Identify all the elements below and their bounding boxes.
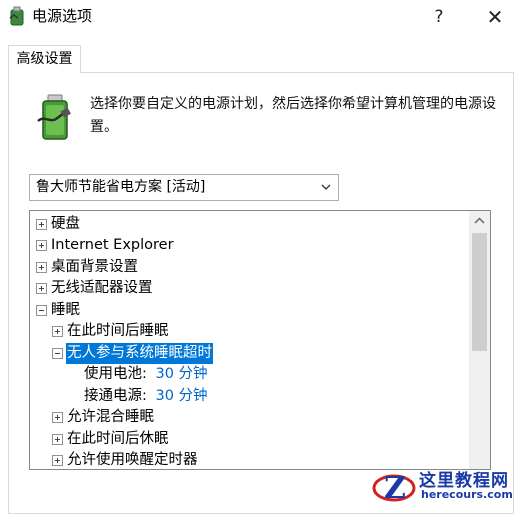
setting-label: 接通电源: bbox=[84, 388, 147, 404]
tree-item-label: 桌面背景设置 bbox=[51, 259, 138, 275]
settings-tree[interactable]: 硬盘 Internet Explorer 桌面背景设置 无线适配器设置 睡眠 在… bbox=[29, 210, 491, 470]
tree-item-label: 无线适配器设置 bbox=[51, 280, 153, 296]
setting-label: 使用电池: bbox=[84, 366, 147, 382]
close-button[interactable]: ✕ bbox=[478, 2, 512, 32]
scroll-up-arrow-icon[interactable] bbox=[469, 211, 490, 231]
tab-advanced-settings[interactable]: 高级设置 bbox=[8, 45, 81, 73]
tree-item-label: 无人参与系统睡眠超时 bbox=[66, 343, 213, 364]
tree-scrollbar[interactable] bbox=[469, 211, 490, 469]
tree-item-on-battery[interactable]: 使用电池: 30 分钟 bbox=[84, 364, 208, 385]
setting-value[interactable]: 30 分钟 bbox=[156, 366, 208, 382]
watermark-logo-icon: Z bbox=[372, 471, 416, 506]
power-options-icon bbox=[9, 6, 24, 26]
help-button[interactable]: ? bbox=[424, 2, 454, 32]
tree-item-label: 允许使用唤醒定时器 bbox=[67, 452, 198, 468]
expand-icon[interactable] bbox=[52, 434, 63, 445]
chevron-down-icon bbox=[321, 184, 331, 190]
power-plan-select[interactable]: 鲁大师节能省电方案 [活动] bbox=[29, 174, 339, 201]
tree-item-label: 在此时间后休眠 bbox=[67, 431, 169, 447]
setting-value[interactable]: 30 分钟 bbox=[156, 388, 208, 404]
description-text: 选择你要自定义的电源计划，然后选择你希望计算机管理的电源设置。 bbox=[90, 96, 496, 135]
expand-icon[interactable] bbox=[52, 412, 63, 423]
collapse-icon[interactable] bbox=[52, 348, 63, 359]
svg-text:Z: Z bbox=[384, 471, 406, 506]
tree-item-label: 硬盘 bbox=[51, 216, 80, 232]
scroll-thumb[interactable] bbox=[472, 233, 487, 351]
tree-item-label: 在此时间后睡眠 bbox=[67, 323, 169, 339]
window-title: 电源选项 bbox=[32, 7, 93, 25]
expand-icon[interactable] bbox=[52, 455, 63, 466]
watermark: Z 这里教程网 herecours.com bbox=[372, 464, 520, 508]
tree-item-label: 允许混合睡眠 bbox=[67, 409, 154, 425]
power-plan-value: 鲁大师节能省电方案 [活动] bbox=[36, 179, 206, 195]
watermark-url: herecours.com bbox=[421, 488, 513, 501]
tree-item-plugged-in[interactable]: 接通电源: 30 分钟 bbox=[84, 386, 208, 407]
expand-icon[interactable] bbox=[36, 219, 47, 230]
expand-icon[interactable] bbox=[36, 262, 47, 273]
expand-icon[interactable] bbox=[52, 326, 63, 337]
tree-item-label: Internet Explorer bbox=[51, 237, 174, 253]
battery-plug-icon bbox=[37, 94, 71, 140]
collapse-icon[interactable] bbox=[36, 305, 47, 316]
title-bar: 电源选项 ? ✕ bbox=[0, 0, 520, 34]
tree-item-label: 睡眠 bbox=[51, 302, 80, 318]
expand-icon[interactable] bbox=[36, 240, 47, 251]
expand-icon[interactable] bbox=[36, 283, 47, 294]
